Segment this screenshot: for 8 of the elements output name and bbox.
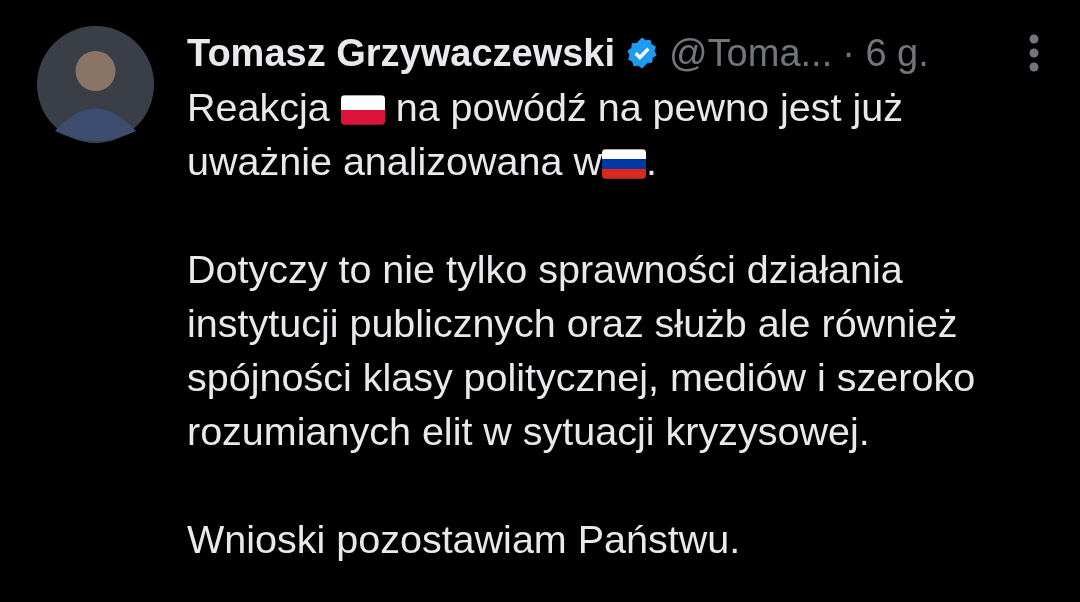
post-time[interactable]: · 6 g. (842, 24, 929, 82)
author-name[interactable]: Tomasz Grzywaczewski (187, 24, 616, 82)
more-options-icon[interactable] (1028, 34, 1040, 72)
avatar[interactable] (37, 26, 154, 143)
post-text: Reakcja na powódź na pewno jest już uważnie analizowana w . (187, 84, 904, 185)
post-text: Wnioski pozostawiam Państwu. (187, 516, 742, 563)
author-handle[interactable]: @Toma... (669, 24, 833, 82)
post-text: Dotyczy to nie tylko sprawności działania instytucji publicznych oraz służb ale również spójności klasy politycznej, mediów i szeroko rozumianych elit w sytuacji kryzysowej. (187, 246, 977, 455)
